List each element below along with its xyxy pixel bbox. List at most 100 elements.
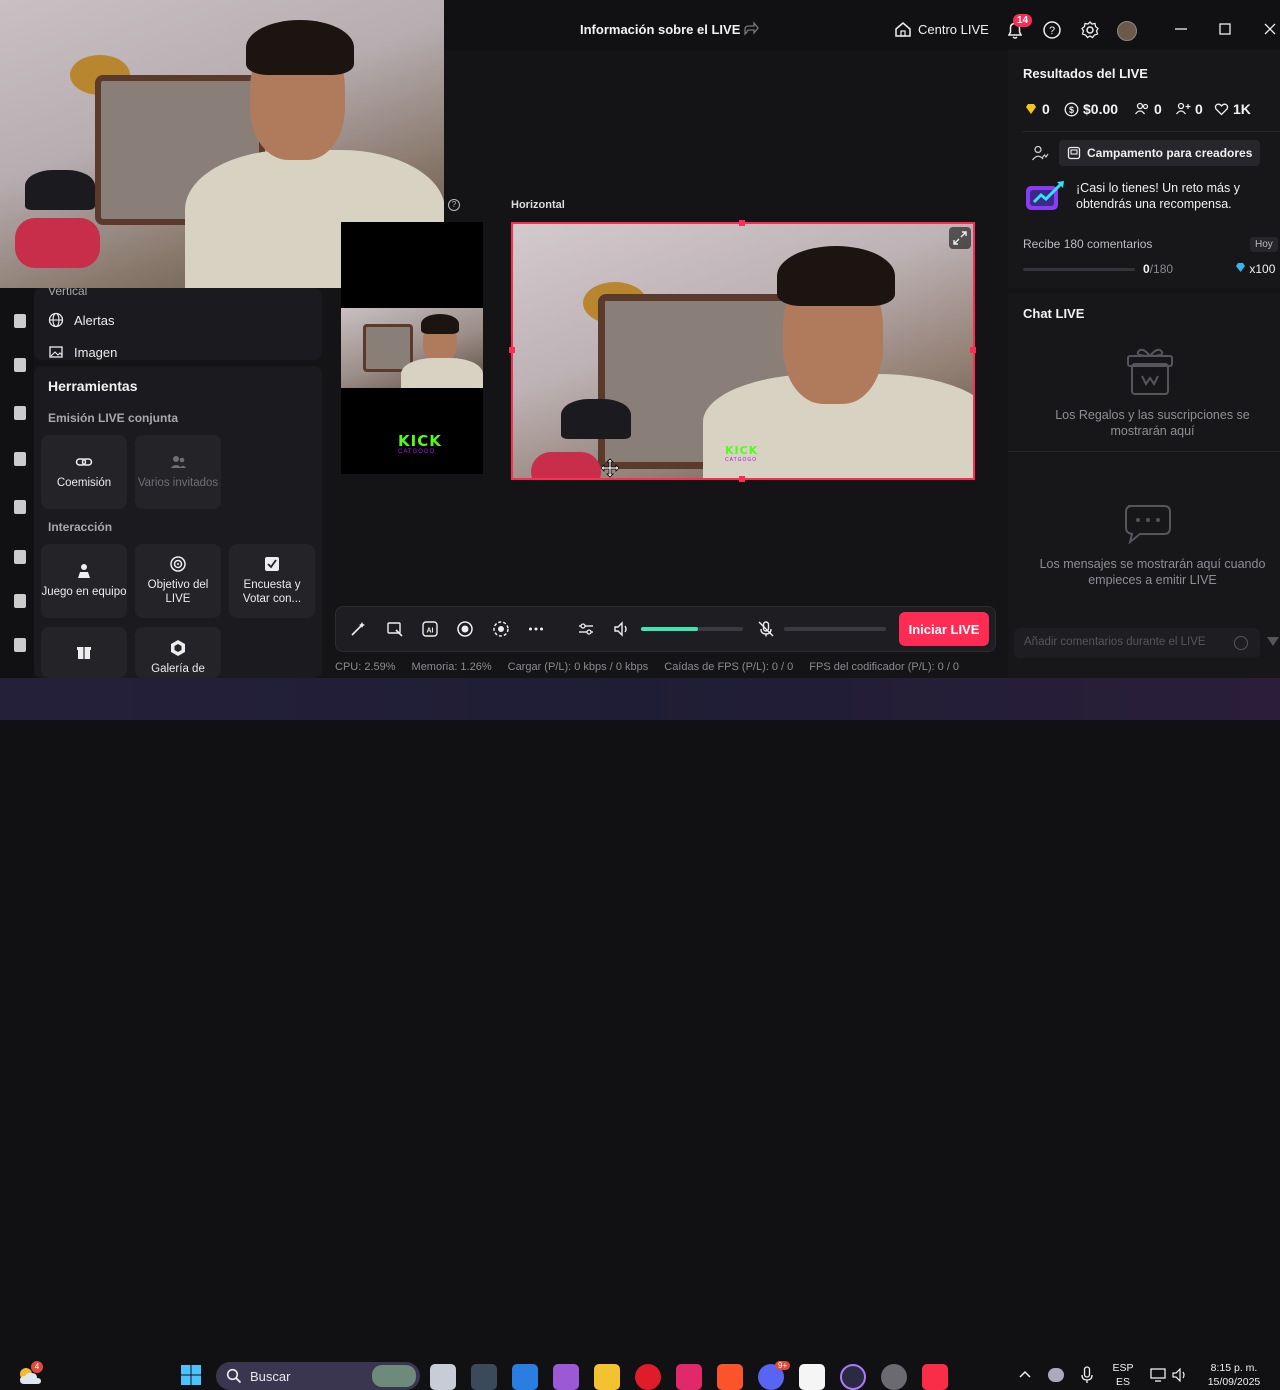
- section-interaction: Interacción: [48, 520, 113, 534]
- horizontal-label: Horizontal: [511, 199, 565, 211]
- tile-varios-invitados[interactable]: Varios invitados: [135, 435, 221, 509]
- tile-label: Varios invitados: [137, 477, 219, 490]
- strip-icon-5[interactable]: [14, 500, 26, 514]
- challenge-chart-icon: [1026, 181, 1064, 210]
- strip-icon-1[interactable]: [14, 314, 26, 328]
- source-item-imagen[interactable]: Imagen: [48, 344, 117, 360]
- mixer-icon[interactable]: [577, 620, 595, 638]
- users-icon: [170, 456, 186, 469]
- file-explorer-icon[interactable]: [594, 1364, 620, 1390]
- strip-icon-6[interactable]: [14, 550, 26, 564]
- clip-icon[interactable]: [492, 620, 510, 638]
- tile-galeria[interactable]: Galería de: [135, 627, 221, 678]
- windows-start-icon[interactable]: [180, 1364, 202, 1386]
- volume-icon[interactable]: [1172, 1368, 1188, 1382]
- messages-empty-text: Los mensajes se mostrarán aquí cuando em…: [1039, 557, 1266, 588]
- chat-bubble-icon: [1125, 505, 1171, 544]
- minimize-icon[interactable]: [1172, 20, 1190, 38]
- resize-handle-right[interactable]: [970, 347, 976, 353]
- divider: [1023, 131, 1280, 132]
- app-icon-2[interactable]: [799, 1364, 825, 1390]
- opera-icon[interactable]: [635, 1364, 661, 1390]
- live-info-title[interactable]: Información sobre el LIVE: [580, 22, 740, 37]
- start-live-button[interactable]: Iniciar LIVE: [899, 612, 989, 646]
- task-view-icon[interactable]: [430, 1364, 456, 1390]
- strip-icon-3[interactable]: [14, 406, 26, 420]
- gem-icon: [1236, 263, 1245, 272]
- chat-input[interactable]: Añadir comentarios durante el LIVE: [1014, 628, 1260, 658]
- vertical-preview-image: [341, 308, 483, 388]
- resize-handle-top[interactable]: [739, 220, 745, 226]
- source-item-alertas[interactable]: Alertas: [48, 312, 114, 328]
- heart-icon: [1214, 103, 1229, 116]
- tile-juego-en-equipo[interactable]: Juego en equipo: [41, 544, 127, 618]
- scene-editor-icon[interactable]: [386, 620, 404, 638]
- resize-handle-left[interactable]: [509, 347, 515, 353]
- send-icon[interactable]: [1267, 637, 1279, 646]
- chevron-up-icon[interactable]: [1018, 1368, 1032, 1382]
- poll-icon: [265, 557, 279, 572]
- horizontal-preview[interactable]: KICK CATGOGO: [511, 222, 975, 480]
- tile-gala[interactable]: [41, 627, 127, 678]
- avatar[interactable]: [1117, 21, 1137, 41]
- monitor-icon[interactable]: [1150, 1368, 1166, 1382]
- brave-icon[interactable]: [717, 1364, 743, 1390]
- live-results-title: Resultados del LIVE: [1023, 66, 1148, 81]
- vertical-help-icon[interactable]: ?: [448, 199, 460, 211]
- weather-badge: 4: [31, 1361, 43, 1373]
- music-icon[interactable]: [922, 1364, 948, 1390]
- microphone-icon[interactable]: [1080, 1366, 1094, 1384]
- creator-camp-label: Campamento para creadores: [1087, 146, 1253, 160]
- tile-objetivo-live[interactable]: Objetivo del LIVE: [135, 544, 221, 618]
- challenge-text: ¡Casi lo tienes! Un reto más y obtendrás…: [1076, 181, 1240, 212]
- tile-label: Juego en equipo: [41, 586, 127, 599]
- pillow: [531, 452, 601, 478]
- clock[interactable]: 8:15 p. m. 15/09/2025: [1198, 1362, 1270, 1389]
- mic-muted-icon[interactable]: [757, 620, 775, 638]
- ai-icon[interactable]: AI: [421, 620, 439, 638]
- strip-icon-4[interactable]: [14, 452, 26, 466]
- expand-icon[interactable]: [949, 227, 971, 249]
- tiktok-live-icon[interactable]: [676, 1364, 702, 1390]
- language-indicator[interactable]: ESP ES: [1110, 1362, 1136, 1389]
- speaker-icon[interactable]: [613, 620, 631, 638]
- tile-coemision[interactable]: Coemisión: [41, 435, 127, 509]
- left-icon-strip: [0, 288, 34, 678]
- person-stats-icon[interactable]: [1031, 144, 1049, 162]
- share-icon[interactable]: [742, 20, 760, 38]
- reward-value: x100: [1249, 262, 1276, 276]
- record-icon[interactable]: [456, 620, 474, 638]
- centro-live-button[interactable]: Centro LIVE: [894, 20, 989, 38]
- likes-metric: 1K: [1214, 101, 1251, 117]
- taskbar: 4 Buscar 9+ ESP ES 8:15 p. m. 15/09/2025: [0, 678, 1280, 1390]
- svg-text:?: ?: [1049, 25, 1055, 37]
- obs-icon[interactable]: [840, 1364, 866, 1390]
- strip-icon-8[interactable]: [14, 638, 26, 652]
- resize-handle-bottom[interactable]: [739, 476, 745, 482]
- network-app-icon[interactable]: [1048, 1368, 1064, 1382]
- store-icon[interactable]: [512, 1364, 538, 1390]
- app-icon-3[interactable]: [881, 1364, 907, 1390]
- help-icon[interactable]: ?: [1042, 20, 1062, 40]
- kick-logo-vertical: KICK: [398, 432, 442, 450]
- gift-icon: [1127, 348, 1173, 395]
- close-icon[interactable]: [1261, 20, 1279, 38]
- copilot-icon[interactable]: [553, 1364, 579, 1390]
- more-icon[interactable]: [527, 620, 545, 638]
- diamonds-metric: 0: [1024, 101, 1050, 117]
- settings-icon[interactable]: [1080, 20, 1100, 40]
- kick-logo-horizontal: KICK: [725, 444, 759, 457]
- emoji-icon[interactable]: [1234, 636, 1248, 650]
- strip-icon-7[interactable]: [14, 594, 26, 608]
- pillow: [15, 218, 100, 268]
- magic-wand-icon[interactable]: [349, 620, 367, 638]
- maximize-icon[interactable]: [1216, 20, 1234, 38]
- strip-icon-2[interactable]: [14, 358, 26, 372]
- person-hair: [246, 20, 354, 75]
- image-icon: [49, 346, 63, 358]
- creator-camp-button[interactable]: Campamento para creadores: [1059, 140, 1261, 166]
- cap: [561, 399, 631, 439]
- mic-volume-slider[interactable]: [784, 627, 886, 631]
- tile-encuesta[interactable]: Encuesta y Votar con...: [229, 544, 315, 618]
- app-icon-1[interactable]: [471, 1364, 497, 1390]
